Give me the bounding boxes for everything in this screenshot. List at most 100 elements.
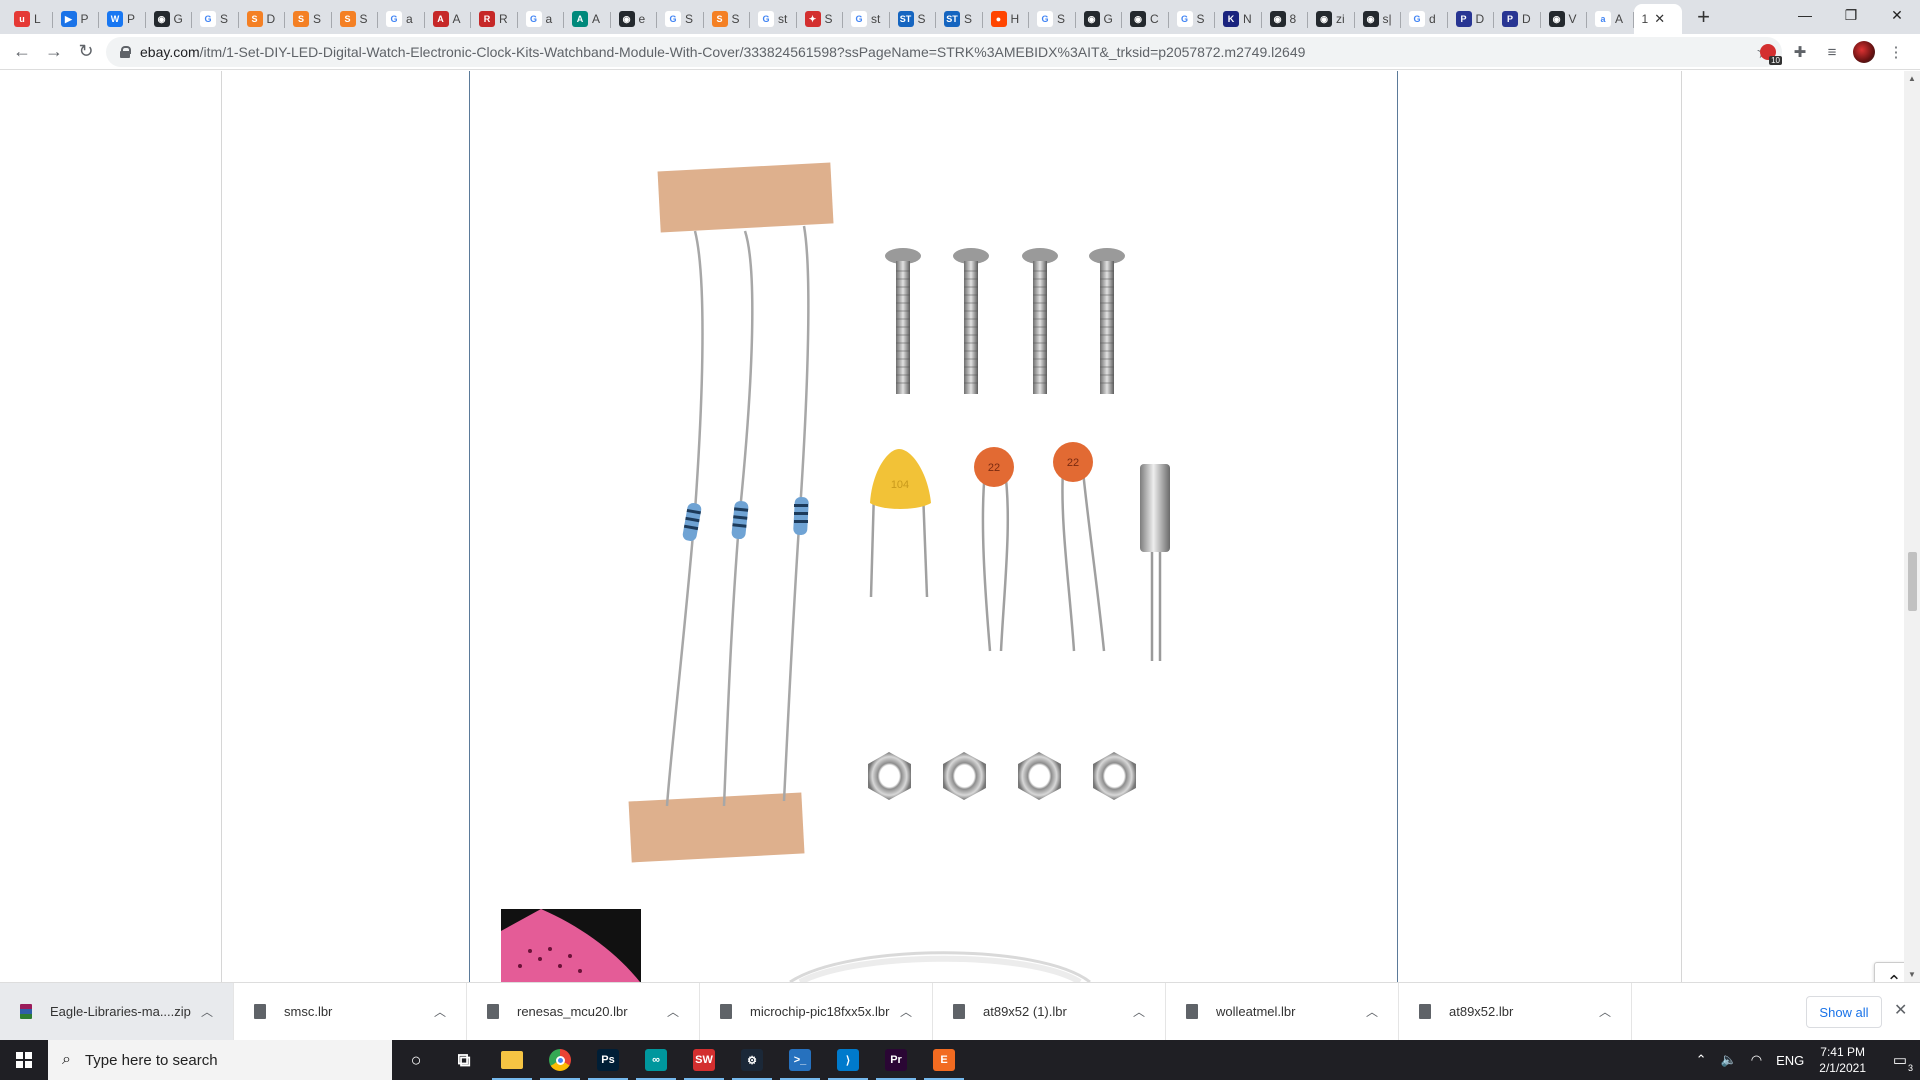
restore-button[interactable]: ❐ <box>1828 0 1874 30</box>
lock-icon[interactable] <box>120 46 131 58</box>
taskbar-app-chrome[interactable] <box>536 1040 584 1080</box>
back-to-top-button[interactable]: ⌃ <box>1874 962 1904 982</box>
taskbar-app-premiere[interactable]: Pr <box>872 1040 920 1080</box>
tab-favicon-icon: W <box>107 11 123 27</box>
browser-tab[interactable]: GS <box>192 4 239 34</box>
minimize-button[interactable]: — <box>1782 0 1828 30</box>
close-downloads-shelf-button[interactable]: ✕ <box>1894 1000 1907 1020</box>
download-item[interactable]: smsc.lbr ︿ <box>234 982 467 1041</box>
download-item[interactable]: renesas_mcu20.lbr ︿ <box>467 982 700 1041</box>
browser-tab[interactable]: Ga <box>378 4 425 34</box>
puzzle-extensions-icon[interactable]: ✚ <box>1788 40 1812 64</box>
browser-tab[interactable]: ◉ V <box>1541 4 1588 34</box>
browser-tab[interactable]: aA <box>1587 4 1634 34</box>
clock[interactable]: 7:41 PM 2/1/2021 <box>1819 1044 1866 1076</box>
download-item[interactable]: at89x52.lbr ︿ <box>1399 982 1632 1041</box>
chevron-up-icon[interactable]: ︿ <box>667 1003 679 1020</box>
chevron-up-icon[interactable]: ︿ <box>1133 1003 1145 1020</box>
notifications-button[interactable]: ▭ 3 <box>1880 1040 1920 1080</box>
browser-tab[interactable]: Ga <box>518 4 565 34</box>
taskbar-app-powershell[interactable]: >_ <box>776 1040 824 1080</box>
scroll-up-arrow-icon[interactable]: ▲ <box>1908 74 1916 83</box>
browser-tab[interactable]: ◉ 8 <box>1262 4 1309 34</box>
tab-favicon-icon: R <box>479 11 495 27</box>
new-tab-button[interactable]: + <box>1690 3 1718 31</box>
browser-tab[interactable]: RR <box>471 4 518 34</box>
chevron-up-icon[interactable]: ︿ <box>1599 1003 1611 1020</box>
taskbar-app-task-view[interactable]: ⧉ <box>440 1040 488 1080</box>
file-icon <box>487 1004 499 1019</box>
chevron-up-icon[interactable]: ︿ <box>900 1003 912 1020</box>
browser-tab[interactable]: GS <box>1169 4 1216 34</box>
browser-tab[interactable]: AA <box>425 4 472 34</box>
tray-overflow-icon[interactable]: ⌃ <box>1696 1052 1707 1068</box>
taskbar-app-file-explorer[interactable] <box>488 1040 536 1080</box>
browser-tab[interactable]: ◉ G <box>146 4 193 34</box>
browser-tab[interactable]: GS <box>1029 4 1076 34</box>
browser-tab[interactable]: AA <box>564 4 611 34</box>
browser-tab[interactable]: Gst <box>750 4 797 34</box>
tab-title: S <box>731 12 740 26</box>
taskbar-app-arduino[interactable]: ∞ <box>632 1040 680 1080</box>
browser-tab[interactable]: ◉ e <box>611 4 658 34</box>
taskbar-app-vscode[interactable]: ⟩ <box>824 1040 872 1080</box>
browser-tab[interactable]: Gd <box>1401 4 1448 34</box>
language-indicator[interactable]: ENG <box>1776 1053 1804 1068</box>
browser-tab[interactable]: PD <box>1448 4 1495 34</box>
taskbar-app-photoshop[interactable]: Ps <box>584 1040 632 1080</box>
chevron-up-icon[interactable]: ︿ <box>201 1003 213 1020</box>
scroll-down-arrow-icon[interactable]: ▼ <box>1908 970 1916 979</box>
media-control-icon[interactable]: ≡ <box>1820 40 1844 64</box>
browser-tab[interactable]: PD <box>1494 4 1541 34</box>
browser-tab[interactable]: ◉ s| <box>1355 4 1402 34</box>
taskbar-app-solidworks[interactable]: SW <box>680 1040 728 1080</box>
download-item[interactable]: Eagle-Libraries-ma....zip ︿ <box>0 982 234 1041</box>
chevron-up-icon[interactable]: ︿ <box>1366 1003 1378 1020</box>
taskbar-app-cortana[interactable]: ○ <box>392 1040 440 1080</box>
wifi-icon[interactable]: ◠ <box>1751 1052 1762 1068</box>
download-item[interactable]: at89x52 (1).lbr ︿ <box>933 982 1166 1041</box>
browser-tab[interactable]: GS <box>657 4 704 34</box>
show-all-downloads-button[interactable]: Show all <box>1806 996 1882 1028</box>
tab-title: H <box>1010 12 1020 26</box>
start-button[interactable] <box>0 1040 48 1080</box>
download-item[interactable]: wolleatmel.lbr ︿ <box>1166 982 1399 1041</box>
scrollbar-thumb[interactable] <box>1908 552 1917 611</box>
cardboard-strip-bottom <box>628 792 805 863</box>
browser-tab[interactable]: ✦ S <box>797 4 844 34</box>
taskbar-app-eagle[interactable]: E <box>920 1040 968 1080</box>
browser-tab[interactable]: SS <box>704 4 751 34</box>
browser-tab[interactable]: uL <box>6 4 53 34</box>
capacitor-label-22a: 22 <box>988 462 1000 474</box>
vertical-scrollbar[interactable]: ▲ ▼ <box>1904 71 1920 982</box>
taskbar-app-steam[interactable]: ⚙ <box>728 1040 776 1080</box>
avatar[interactable] <box>1852 40 1876 64</box>
browser-tab[interactable]: ◉ zi <box>1308 4 1355 34</box>
menu-kebab-icon[interactable]: ⋮ <box>1884 40 1908 64</box>
browser-tab[interactable]: ▶ P <box>53 4 100 34</box>
browser-tab[interactable]: ◉ G <box>1076 4 1123 34</box>
browser-tab[interactable]: ◉ C <box>1122 4 1169 34</box>
volume-icon[interactable]: 🔈 <box>1721 1052 1737 1068</box>
browser-tab[interactable]: Gst <box>843 4 890 34</box>
browser-tab[interactable]: WP <box>99 4 146 34</box>
browser-tab[interactable]: KN <box>1215 4 1262 34</box>
tab-title: G <box>1103 12 1113 26</box>
tab-close-icon[interactable]: ✕ <box>1654 11 1665 27</box>
browser-tab[interactable]: ● H <box>983 4 1030 34</box>
taskbar-search-box[interactable]: ⌕ Type here to search <box>48 1040 392 1080</box>
browser-tab[interactable]: SS <box>332 4 379 34</box>
browser-tab[interactable]: ST S <box>936 4 983 34</box>
forward-button[interactable]: → <box>38 36 70 68</box>
adblock-extension-icon[interactable]: 10 <box>1756 40 1782 65</box>
active-tab[interactable]: 1 ✕ <box>1633 4 1682 34</box>
browser-tab[interactable]: ST S <box>890 4 937 34</box>
address-bar[interactable]: ebay.com/itm/1-Set-DIY-LED-Digital-Watch… <box>106 37 1782 67</box>
chevron-up-icon[interactable]: ︿ <box>434 1003 446 1020</box>
close-window-button[interactable]: ✕ <box>1874 0 1920 30</box>
download-item[interactable]: microchip-pic18fxx5x.lbr ︿ <box>700 982 933 1041</box>
browser-tab[interactable]: SS <box>285 4 332 34</box>
browser-tab[interactable]: SD <box>239 4 286 34</box>
back-button[interactable]: ← <box>6 36 38 68</box>
reload-button[interactable]: ↻ <box>70 36 102 68</box>
